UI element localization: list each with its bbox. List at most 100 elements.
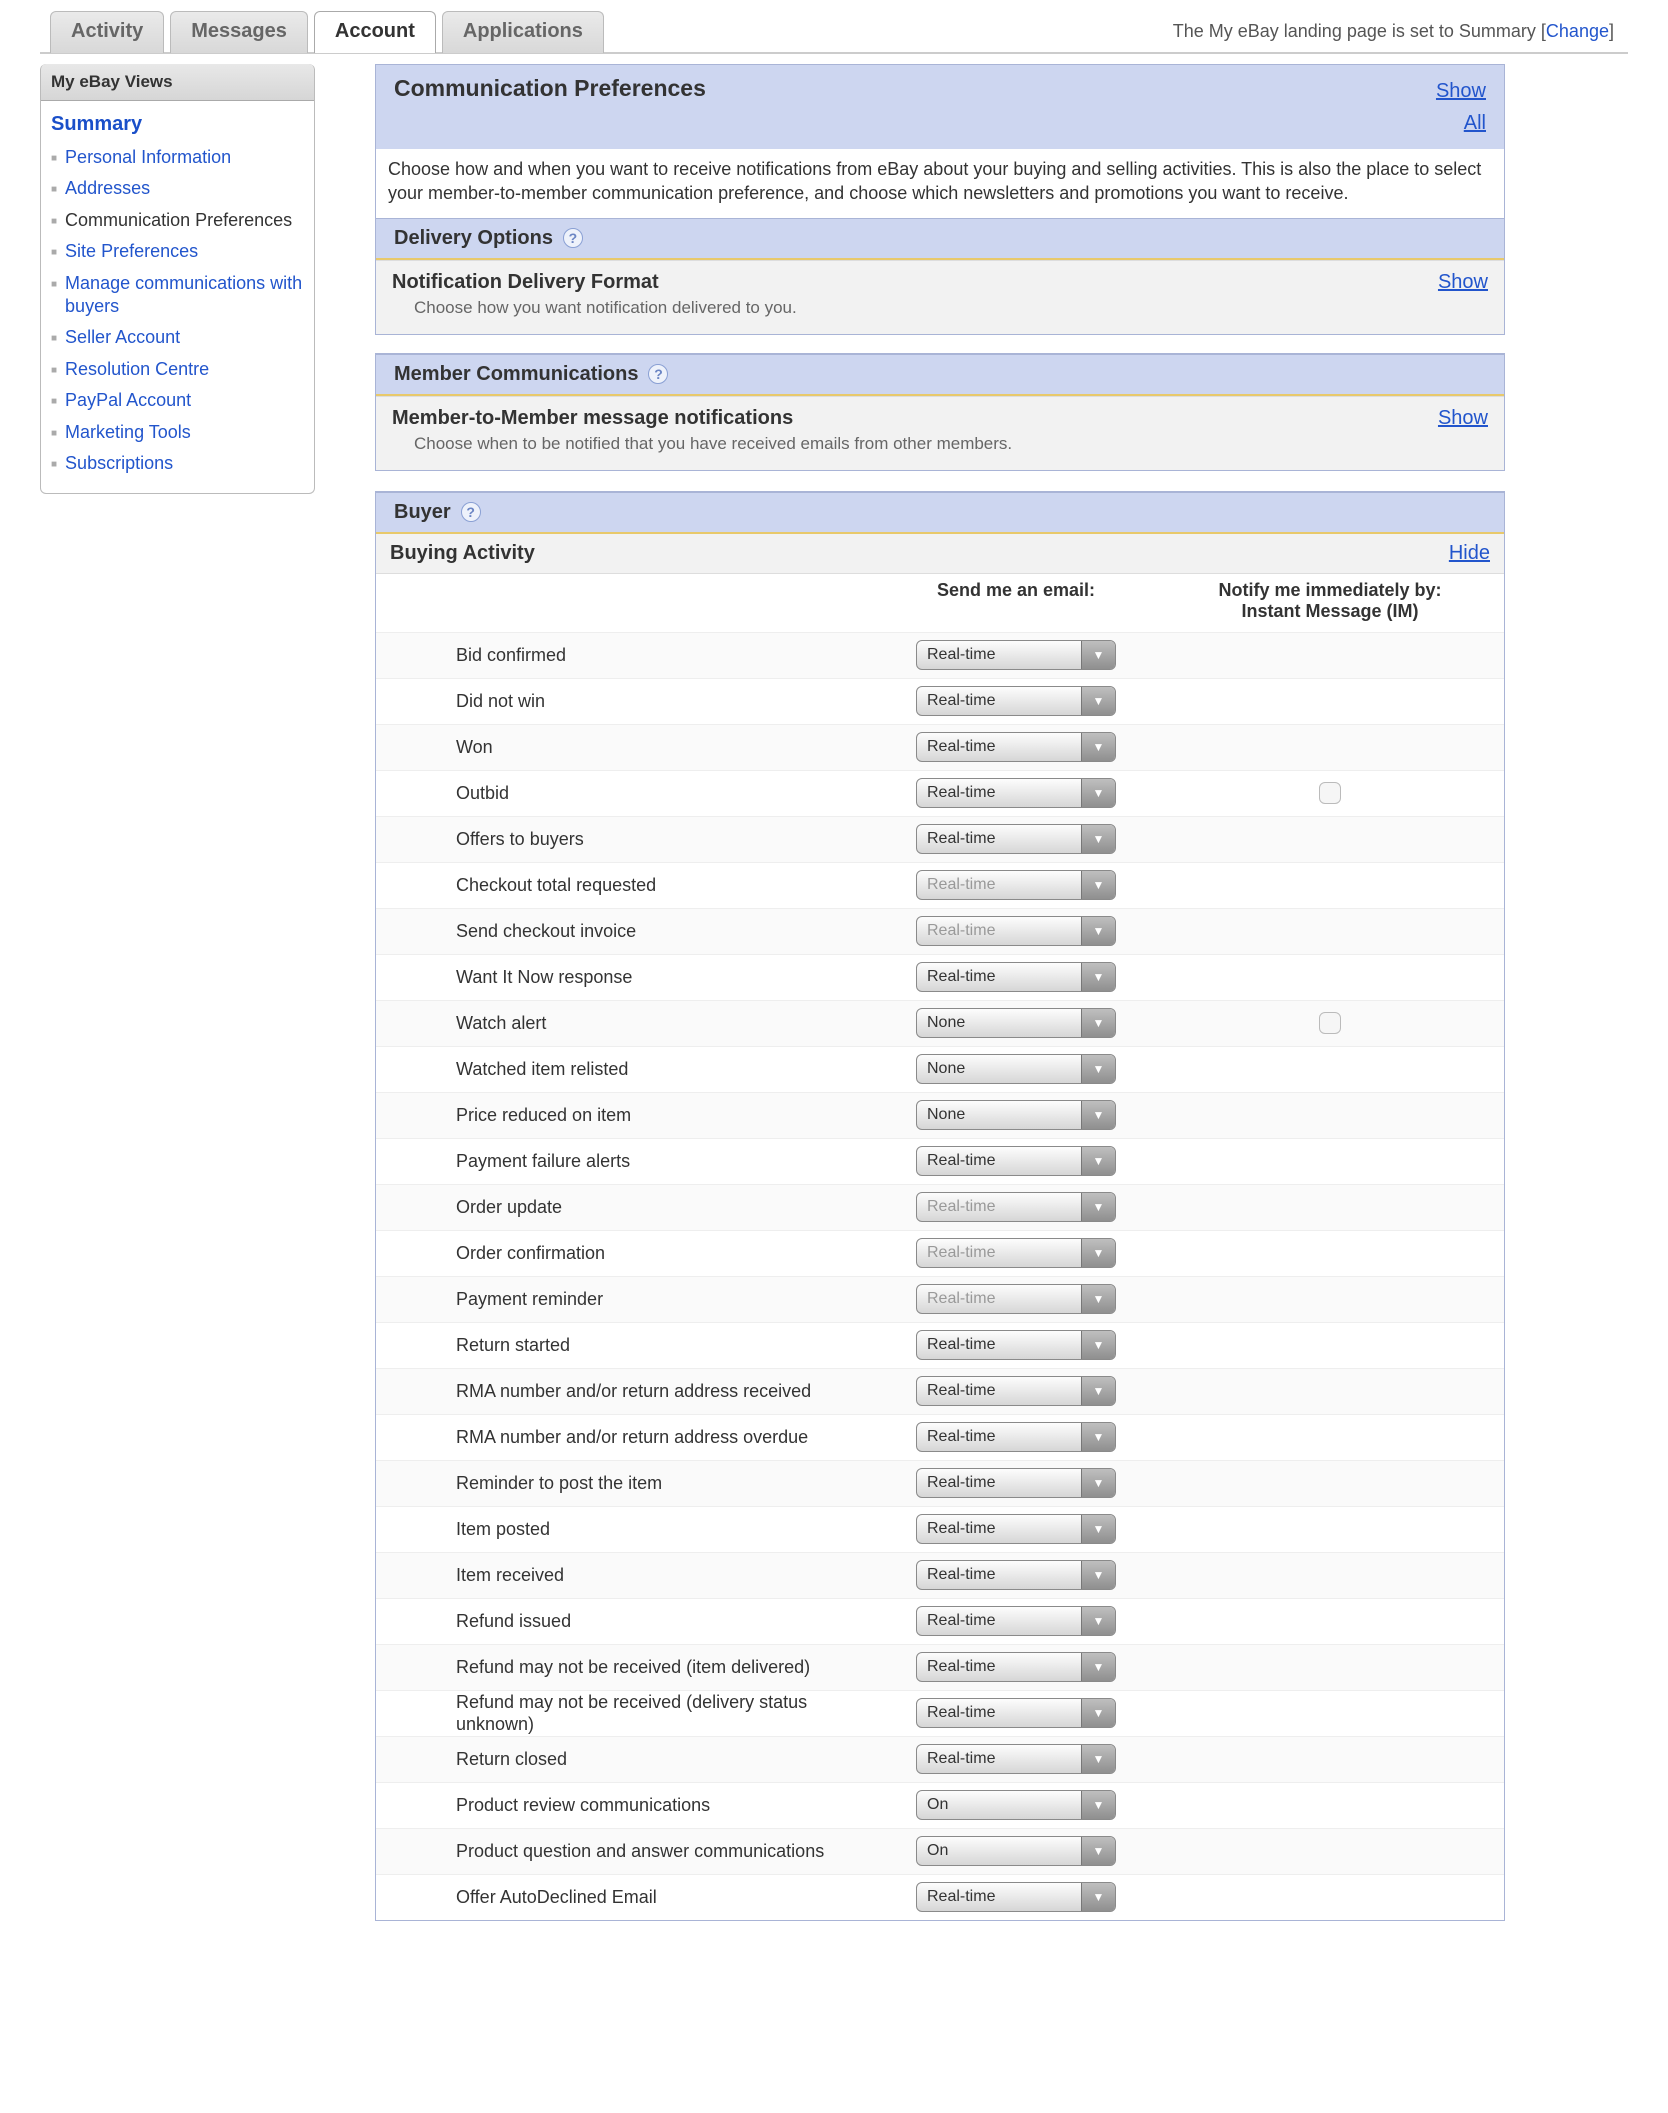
select-value: Real-time [917,1423,1081,1451]
bullet-icon: ■ [51,358,57,377]
tab-messages[interactable]: Messages [170,11,308,53]
email-frequency-select[interactable]: Real-time▼ [916,1468,1116,1498]
sidebar-item[interactable]: ■Seller Account [51,322,308,353]
email-frequency-select[interactable]: None▼ [916,1008,1116,1038]
email-frequency-select[interactable]: Real-time▼ [916,1652,1116,1682]
sidebar-item[interactable]: ■Subscriptions [51,448,308,479]
email-frequency-select[interactable]: Real-time▼ [916,732,1116,762]
table-row: Refund may not be received (delivery sta… [376,1690,1504,1736]
table-row: Won Real-time▼ [376,724,1504,770]
email-frequency-select[interactable]: Real-time▼ [916,778,1116,808]
sidebar-item[interactable]: ■Addresses [51,173,308,204]
im-checkbox[interactable] [1319,782,1341,804]
email-frequency-select[interactable]: None▼ [916,1100,1116,1130]
sidebar-title: My eBay Views [40,64,315,101]
table-header: Send me an email: Notify me immediately … [376,574,1504,632]
select-value: Real-time [917,1193,1081,1221]
sidebar-item-label: Site Preferences [65,240,198,263]
email-frequency-select[interactable]: Real-time▼ [916,1560,1116,1590]
help-icon[interactable]: ? [563,228,583,248]
panel-show-link[interactable]: Show [1436,75,1486,107]
buyer-title: Buyer [394,501,451,524]
email-frequency-select: Real-time▼ [916,870,1116,900]
table-row: Refund issuedReal-time▼ [376,1598,1504,1644]
panel-title: Communication Preferences [394,75,706,102]
row-label: Reminder to post the item [386,1472,866,1495]
im-checkbox[interactable] [1319,1012,1341,1034]
sidebar-item[interactable]: ■Communication Preferences [51,205,308,236]
sidebar-item[interactable]: ■Manage communications with buyers [51,268,308,323]
row-label: Won [386,736,866,759]
table-row: Price reduced on itemNone▼ [376,1092,1504,1138]
chevron-down-icon: ▼ [1081,641,1115,669]
select-value: On [917,1791,1081,1819]
row-label: Bid confirmed [386,644,866,667]
delivery-options-header: Delivery Options ? [376,218,1504,260]
email-frequency-select[interactable]: Real-time▼ [916,1606,1116,1636]
chevron-down-icon: ▼ [1081,1837,1115,1865]
delivery-show-link[interactable]: Show [1438,271,1488,294]
table-row: Offers to buyersReal-time▼ [376,816,1504,862]
buying-hide-link[interactable]: Hide [1449,542,1490,565]
select-value: Real-time [917,917,1081,945]
bullet-icon: ■ [51,240,57,259]
email-frequency-select[interactable]: On▼ [916,1836,1116,1866]
tab-account[interactable]: Account [314,11,436,53]
select-value: Real-time [917,1653,1081,1681]
email-frequency-select[interactable]: On▼ [916,1790,1116,1820]
chevron-down-icon: ▼ [1081,1239,1115,1267]
email-frequency-select[interactable]: Real-time▼ [916,1698,1116,1728]
sidebar-item[interactable]: ■ Site Preferences [51,236,308,267]
email-frequency-select[interactable]: Real-time▼ [916,824,1116,854]
help-icon[interactable]: ? [461,502,481,522]
email-frequency-select[interactable]: Real-time▼ [916,1882,1116,1912]
table-row: Return started Real-time▼ [376,1322,1504,1368]
chevron-down-icon: ▼ [1081,1285,1115,1313]
chevron-down-icon: ▼ [1081,1653,1115,1681]
member-show-link[interactable]: Show [1438,407,1488,430]
email-frequency-select[interactable]: Real-time▼ [916,1514,1116,1544]
sidebar-item[interactable]: ■PayPal Account [51,385,308,416]
row-label: Product review communications [386,1794,866,1817]
delivery-format-box: Notification Delivery Format Choose how … [376,260,1504,334]
row-label: Refund may not be received (item deliver… [386,1656,866,1679]
email-frequency-select[interactable]: None▼ [916,1054,1116,1084]
email-frequency-select[interactable]: Real-time▼ [916,1330,1116,1360]
table-row: Return closed Real-time▼ [376,1736,1504,1782]
main-tabs: ActivityMessagesAccountApplications [40,10,604,52]
row-label: Return started [386,1334,866,1357]
email-frequency-select[interactable]: Real-time▼ [916,1422,1116,1452]
sidebar-item[interactable]: ■Marketing Tools [51,417,308,448]
select-value: Real-time [917,1515,1081,1543]
comm-pref-panel: Communication Preferences Show All Choos… [375,64,1505,335]
row-label: Return closed [386,1748,866,1771]
email-frequency-select[interactable]: Real-time▼ [916,1376,1116,1406]
sidebar-item[interactable]: ■Personal Information [51,142,308,173]
email-frequency-select[interactable]: Real-time▼ [916,686,1116,716]
bullet-icon: ■ [51,421,57,440]
select-value: Real-time [917,1883,1081,1911]
tab-activity[interactable]: Activity [50,11,164,53]
row-label: Send checkout invoice [386,920,866,943]
sidebar-item[interactable]: ■Resolution Centre [51,354,308,385]
email-frequency-select[interactable]: Real-time▼ [916,1146,1116,1176]
member-msg-title: Member-to-Member message notifications [392,407,1012,430]
table-row: Watched item relistedNone▼ [376,1046,1504,1092]
panel-all-link[interactable]: All [1436,107,1486,139]
email-frequency-select: Real-time▼ [916,1284,1116,1314]
email-frequency-select[interactable]: Real-time▼ [916,640,1116,670]
col-email-header: Send me an email: [866,580,1166,622]
select-value: Real-time [917,1377,1081,1405]
sidebar-summary-link[interactable]: Summary [51,113,308,136]
email-frequency-select[interactable]: Real-time▼ [916,962,1116,992]
change-landing-link[interactable]: Change [1546,21,1609,41]
tab-applications[interactable]: Applications [442,11,604,53]
bullet-icon: ■ [51,209,57,228]
sidebar-item-label: PayPal Account [65,389,191,412]
bullet-icon: ■ [51,146,57,165]
buyer-section: Buyer ? Buying Activity Hide Send me an … [375,491,1505,1921]
help-icon[interactable]: ? [648,364,668,384]
email-frequency-select[interactable]: Real-time▼ [916,1744,1116,1774]
chevron-down-icon: ▼ [1081,1469,1115,1497]
row-label: Refund may not be received (delivery sta… [386,1691,866,1736]
